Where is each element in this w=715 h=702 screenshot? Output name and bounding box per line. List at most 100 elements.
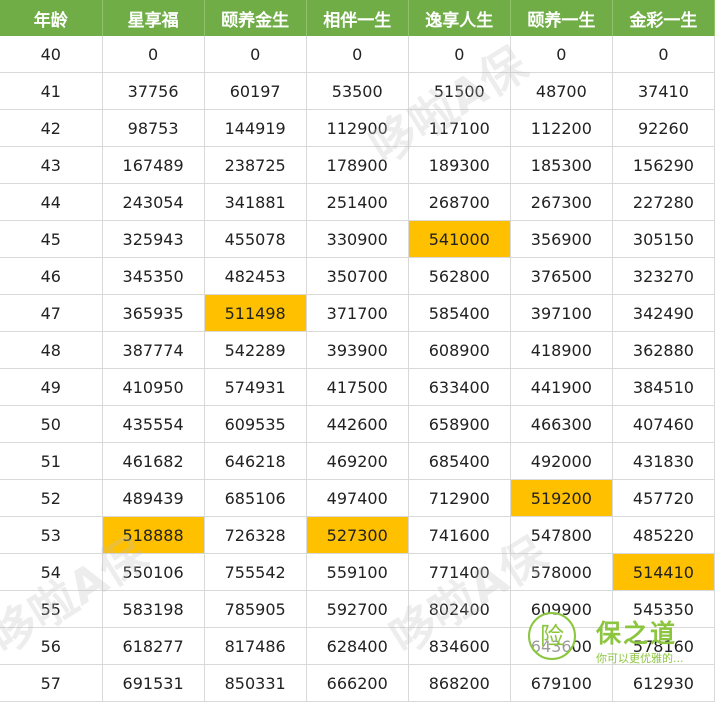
value-cell: 461682: [102, 442, 205, 480]
value-cell: 393900: [306, 331, 409, 369]
value-cell: 0: [102, 36, 205, 73]
value-cell: 112200: [510, 109, 613, 147]
age-cell: 44: [0, 183, 103, 221]
value-cell: 578000: [510, 553, 613, 591]
value-cell: 771400: [408, 553, 511, 591]
value-cell: 112900: [306, 109, 409, 147]
header-product-4: 逸享人生: [408, 0, 511, 36]
value-cell: 117100: [408, 109, 511, 147]
value-cell: 492000: [510, 442, 613, 480]
value-cell: 489439: [102, 479, 205, 517]
age-cell: 57: [0, 664, 103, 702]
value-cell: 384510: [612, 368, 715, 406]
table-row: 44 243054 341881 251400 268700 267300 227280: [0, 183, 715, 221]
age-cell: 50: [0, 405, 103, 443]
value-cell: 407460: [612, 405, 715, 443]
table-row: 47 365935 511498 371700 585400 397100 342490: [0, 294, 715, 332]
header-product-2: 颐养金生: [204, 0, 307, 36]
table-row: 43 167489 238725 178900 189300 185300 156290: [0, 146, 715, 184]
age-cell: 40: [0, 36, 103, 73]
value-cell: 356900: [510, 220, 613, 258]
comparison-table: 年龄 星享福 颐养金生 相伴一生 逸享人生 颐养一生 金彩一生 40 0 0 0 0 0 0…: [0, 0, 715, 702]
value-cell: 251400: [306, 183, 409, 221]
value-cell: 485220: [612, 516, 715, 554]
value-cell: 341881: [204, 183, 307, 221]
brand-logo: 险 保之道 你可以更优雅的...: [528, 612, 708, 682]
age-cell: 46: [0, 257, 103, 295]
value-cell: 418900: [510, 331, 613, 369]
table-row: 50 435554 609535 442600 658900 466300 407460: [0, 405, 715, 443]
value-cell: 397100: [510, 294, 613, 332]
value-cell: 726328: [204, 516, 307, 554]
value-cell: 628400: [306, 627, 409, 665]
value-cell: 167489: [102, 146, 205, 184]
value-cell: 585400: [408, 294, 511, 332]
value-cell: 37756: [102, 72, 205, 110]
value-cell: 267300: [510, 183, 613, 221]
value-cell: 609535: [204, 405, 307, 443]
value-cell: 92260: [612, 109, 715, 147]
table-row: 40 0 0 0 0 0 0: [0, 36, 715, 73]
age-cell: 45: [0, 220, 103, 258]
value-cell: 60197: [204, 72, 307, 110]
value-cell: 785905: [204, 590, 307, 628]
header-age: 年龄: [0, 0, 103, 36]
value-cell: 469200: [306, 442, 409, 480]
value-cell: 431830: [612, 442, 715, 480]
value-cell: 441900: [510, 368, 613, 406]
age-cell: 55: [0, 590, 103, 628]
value-cell: 666200: [306, 664, 409, 702]
value-cell: 98753: [102, 109, 205, 147]
value-cell: 466300: [510, 405, 613, 443]
value-cell: 541000: [408, 220, 511, 258]
header-product-1: 星享福: [102, 0, 205, 36]
value-cell: 345350: [102, 257, 205, 295]
value-cell: 618277: [102, 627, 205, 665]
table-row: 52 489439 685106 497400 712900 519200 457720: [0, 479, 715, 517]
value-cell: 574931: [204, 368, 307, 406]
value-cell: 542289: [204, 331, 307, 369]
value-cell: 0: [306, 36, 409, 73]
table-row: 53 518888 726328 527300 741600 547800 485220: [0, 516, 715, 554]
table-body: 40 0 0 0 0 0 0 41 37756 60197 53500 51500 48700 37410…: [0, 36, 715, 702]
table-row: 54 550106 755542 559100 771400 578000 514410: [0, 553, 715, 591]
value-cell: 455078: [204, 220, 307, 258]
value-cell: 583198: [102, 590, 205, 628]
value-cell: 741600: [408, 516, 511, 554]
value-cell: 243054: [102, 183, 205, 221]
logo-name: 保之道: [596, 619, 678, 648]
age-cell: 48: [0, 331, 103, 369]
value-cell: 178900: [306, 146, 409, 184]
value-cell: 518888: [102, 516, 205, 554]
value-cell: 371700: [306, 294, 409, 332]
age-cell: 47: [0, 294, 103, 332]
value-cell: 144919: [204, 109, 307, 147]
table-row: 45 325943 455078 330900 541000 356900 305150: [0, 220, 715, 258]
age-cell: 54: [0, 553, 103, 591]
value-cell: 410950: [102, 368, 205, 406]
age-cell: 56: [0, 627, 103, 665]
value-cell: 362880: [612, 331, 715, 369]
value-cell: 691531: [102, 664, 205, 702]
header-product-3: 相伴一生: [306, 0, 409, 36]
header-product-6: 金彩一生: [612, 0, 715, 36]
value-cell: 417500: [306, 368, 409, 406]
value-cell: 330900: [306, 220, 409, 258]
value-cell: 511498: [204, 294, 307, 332]
age-cell: 53: [0, 516, 103, 554]
value-cell: 712900: [408, 479, 511, 517]
table-row: 48 387774 542289 393900 608900 418900 362880: [0, 331, 715, 369]
value-cell: 227280: [612, 183, 715, 221]
value-cell: 156290: [612, 146, 715, 184]
value-cell: 53500: [306, 72, 409, 110]
table-row: 49 410950 574931 417500 633400 441900 384510: [0, 368, 715, 406]
value-cell: 562800: [408, 257, 511, 295]
value-cell: 457720: [612, 479, 715, 517]
value-cell: 0: [204, 36, 307, 73]
value-cell: 442600: [306, 405, 409, 443]
value-cell: 323270: [612, 257, 715, 295]
logo-slogan: 你可以更优雅的...: [596, 652, 684, 665]
value-cell: 365935: [102, 294, 205, 332]
value-cell: 685400: [408, 442, 511, 480]
value-cell: 342490: [612, 294, 715, 332]
